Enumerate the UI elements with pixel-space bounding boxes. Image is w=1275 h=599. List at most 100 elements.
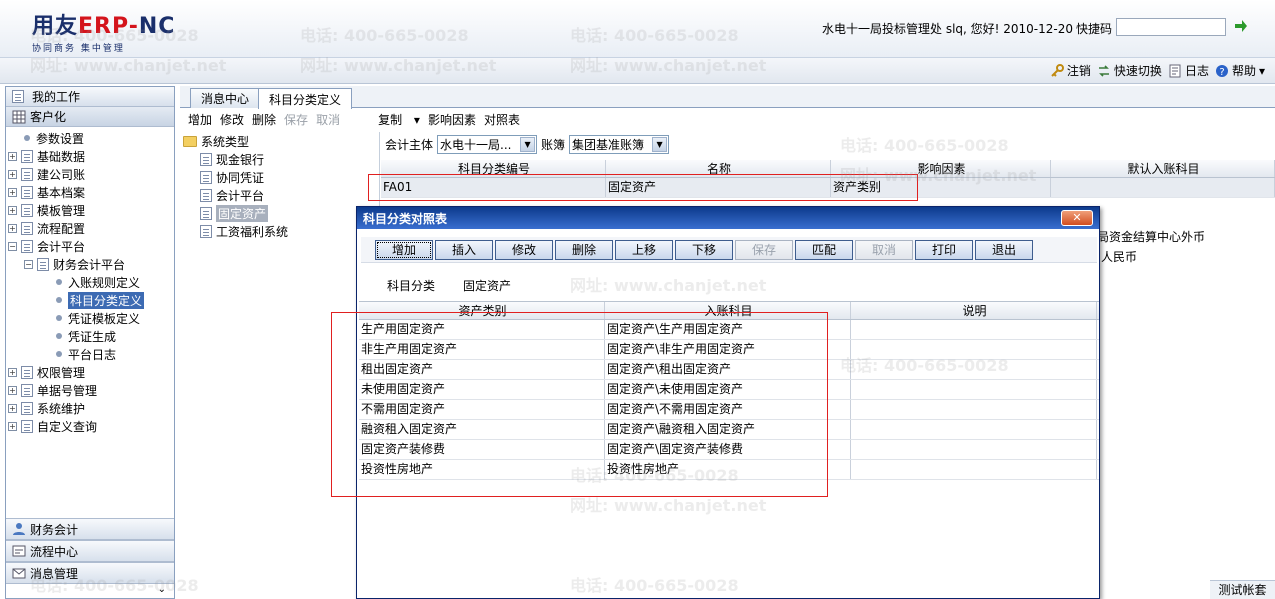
chevron-down-icon[interactable]: ▼ <box>652 136 668 152</box>
log-icon <box>1169 64 1181 77</box>
tree-item-template-mgmt[interactable]: + 模板管理 <box>6 201 174 219</box>
expand-icon[interactable]: + <box>8 187 17 197</box>
go-arrow-icon[interactable] <box>1234 19 1248 33</box>
tree-item-fin-accounting-platform[interactable]: − 财务会计平台 <box>6 255 174 273</box>
default-subject-text-2: 人民币 <box>1101 250 1138 264</box>
nav-scroll-down-icon[interactable]: ⌄ <box>6 584 174 598</box>
folder-doc-icon <box>21 167 33 181</box>
grid-icon <box>12 110 26 123</box>
doc-icon <box>200 188 212 202</box>
dialog-delete-button[interactable]: 删除 <box>555 239 613 260</box>
dialog-title-bar[interactable]: 科目分类对照表 ✕ <box>357 207 1099 229</box>
dialog-move-down-button[interactable]: 下移 <box>675 239 733 260</box>
log-link[interactable]: 日志 <box>1168 62 1209 79</box>
mapping-table-button[interactable]: 对照表 <box>484 111 520 128</box>
tree-item-entry-rule[interactable]: 入账规则定义 <box>6 273 174 291</box>
copy-button[interactable]: 复制 ▾ <box>370 111 420 128</box>
folder-doc-icon <box>21 149 33 163</box>
nav-process-center[interactable]: 流程中心 <box>6 540 174 562</box>
tree-item-voucher-template[interactable]: 凭证模板定义 <box>6 309 174 327</box>
dialog-add-button[interactable]: 增加 <box>375 239 433 260</box>
yonyou-logo: 用友ERP-NC 协同商务 集中管理 <box>32 14 176 54</box>
systree-item-payroll[interactable]: 工资福利系统 <box>180 222 379 240</box>
collapse-icon[interactable]: − <box>24 259 33 269</box>
systree-item-acct-platform[interactable]: 会计平台 <box>180 186 379 204</box>
systree-root[interactable]: 系统类型 <box>180 132 379 150</box>
chevron-down-icon[interactable]: ▼ <box>520 136 536 152</box>
dialog-move-up-button[interactable]: 上移 <box>615 239 673 260</box>
tree-item-company-book[interactable]: + 建公司账 <box>6 165 174 183</box>
dialog-exit-button[interactable]: 退出 <box>975 239 1033 260</box>
cell-remark <box>851 420 1097 439</box>
delete-button[interactable]: 删除 <box>252 111 276 128</box>
quick-switch-link[interactable]: 快速切换 <box>1097 62 1162 79</box>
systree-item-collab-voucher[interactable]: 协同凭证 <box>180 168 379 186</box>
tree-item-system-maint[interactable]: + 系统维护 <box>6 399 174 417</box>
cancel-button[interactable]: 取消 <box>316 111 340 128</box>
dialog-match-button[interactable]: 匹配 <box>795 239 853 260</box>
status-test-book: 测试帐套 <box>1210 580 1275 599</box>
key-icon <box>1051 63 1064 77</box>
tab-message-center[interactable]: 消息中心 <box>190 88 261 108</box>
tree-item-accounting-platform[interactable]: − 会计平台 <box>6 237 174 255</box>
filter-bar: 会计主体 水电十一局... ▼ 账簿 集团基准账簿 ▼ <box>385 134 670 154</box>
my-work-icon <box>12 90 24 103</box>
svg-text:?: ? <box>1219 67 1224 78</box>
entity-select[interactable]: 水电十一局... ▼ <box>437 134 538 154</box>
expand-icon[interactable]: + <box>8 403 17 413</box>
expand-icon[interactable]: + <box>8 367 17 377</box>
folder-doc-icon <box>21 203 33 217</box>
tree-item-custom-query[interactable]: + 自定义查询 <box>6 417 174 435</box>
cell-remark <box>851 320 1097 339</box>
tree-item-params[interactable]: 参数设置 <box>6 129 174 147</box>
nav-customize[interactable]: 客户化 <box>6 107 174 127</box>
col-header-remark[interactable]: 说明 <box>851 302 1097 319</box>
close-button[interactable]: ✕ <box>1061 210 1093 226</box>
doc-icon <box>200 170 212 184</box>
help-link[interactable]: ? 帮助 ▾ <box>1215 62 1265 79</box>
app-header: 用友ERP-NC 协同商务 集中管理 水电十一局投标管理处 slq, 您好! 2… <box>0 0 1275 58</box>
dialog-print-button[interactable]: 打印 <box>915 239 973 260</box>
collapse-icon[interactable]: − <box>8 241 17 251</box>
tree-item-process-config[interactable]: + 流程配置 <box>6 219 174 237</box>
expand-icon[interactable]: + <box>8 223 17 233</box>
tree-item-platform-log[interactable]: 平台日志 <box>6 345 174 363</box>
expand-icon[interactable]: + <box>8 151 17 161</box>
expand-icon[interactable]: + <box>8 169 17 179</box>
dialog-save-button[interactable]: 保存 <box>735 239 793 260</box>
help-dropdown-icon[interactable]: ▾ <box>1259 64 1265 78</box>
tree-item-voucher-gen[interactable]: 凭证生成 <box>6 327 174 345</box>
logout-link[interactable]: 注销 <box>1050 62 1091 79</box>
col-header-default-subject[interactable]: 默认入账科目 <box>1051 160 1275 177</box>
tree-item-basic-data[interactable]: + 基础数据 <box>6 147 174 165</box>
tree-item-basic-archive[interactable]: + 基本档案 <box>6 183 174 201</box>
cell-default-subject <box>1051 178 1275 197</box>
tree-item-doc-number[interactable]: + 单据号管理 <box>6 381 174 399</box>
cell-remark <box>851 460 1097 479</box>
tree-item-subject-class[interactable]: 科目分类定义 <box>6 291 174 309</box>
nav-my-work[interactable]: 我的工作 <box>6 87 174 107</box>
influence-button[interactable]: 影响因素 <box>428 111 476 128</box>
dialog-insert-button[interactable]: 插入 <box>435 239 493 260</box>
bullet-icon <box>56 315 62 321</box>
book-select[interactable]: 集团基准账簿 ▼ <box>569 134 670 154</box>
nav-fin-accounting[interactable]: 财务会计 <box>6 518 174 540</box>
save-button[interactable]: 保存 <box>284 111 308 128</box>
add-button[interactable]: 增加 <box>188 111 212 128</box>
systree-item-cash-bank[interactable]: 现金银行 <box>180 150 379 168</box>
modify-button[interactable]: 修改 <box>220 111 244 128</box>
expand-icon[interactable]: + <box>8 385 17 395</box>
tab-subject-class-def[interactable]: 科目分类定义 <box>258 88 353 109</box>
tree-item-permission[interactable]: + 权限管理 <box>6 363 174 381</box>
dialog-cancel-button[interactable]: 取消 <box>855 239 913 260</box>
folder-doc-icon <box>21 419 33 433</box>
cell-remark <box>851 360 1097 379</box>
expand-icon[interactable]: + <box>8 205 17 215</box>
entity-label: 会计主体 <box>385 137 434 152</box>
doc-icon <box>200 206 212 220</box>
expand-icon[interactable]: + <box>8 421 17 431</box>
quick-code-input[interactable] <box>1116 18 1226 36</box>
dialog-modify-button[interactable]: 修改 <box>495 239 553 260</box>
nav-message-mgmt[interactable]: 消息管理 <box>6 562 174 584</box>
systree-item-fixed-assets[interactable]: 固定资产 <box>180 204 379 222</box>
